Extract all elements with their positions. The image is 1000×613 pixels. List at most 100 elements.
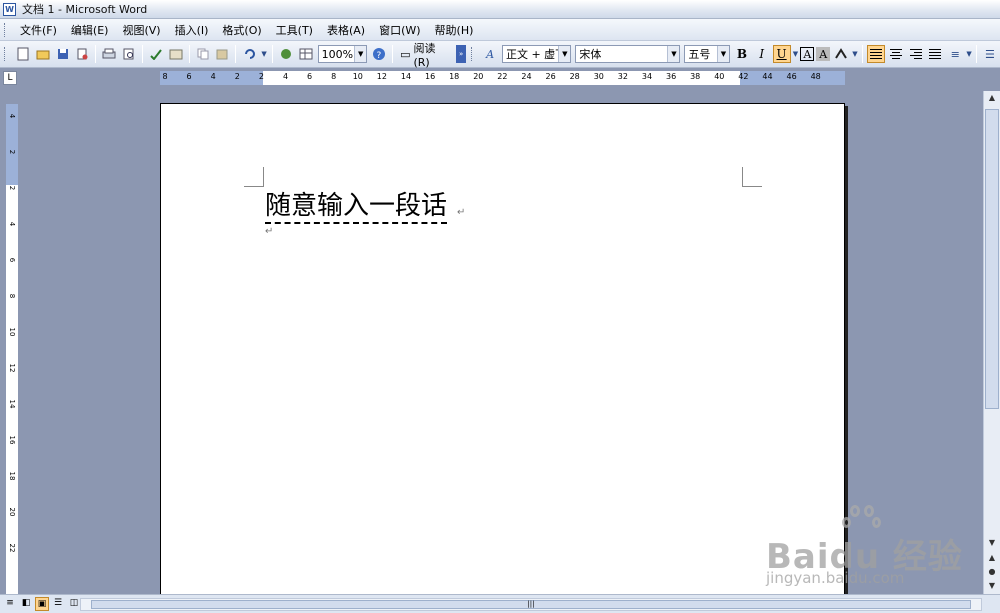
menu-insert[interactable]: 插入(I) [168,20,216,40]
ruler-label: 22 [497,72,508,81]
chevron-down-icon[interactable]: ▼ [717,46,729,62]
menu-window[interactable]: 窗口(W) [372,20,427,40]
italic-button[interactable]: I [753,45,771,63]
title-bar: W 文档 1 - Microsoft Word [0,0,1000,19]
horizontal-scrollbar[interactable]: ||| [80,598,982,611]
chevron-down-icon[interactable]: ▼ [354,46,367,62]
paste-icon[interactable] [213,45,231,63]
undo-dropdown-icon[interactable]: ▼ [260,45,268,63]
reading-layout-view-icon[interactable]: ◫ [67,597,81,611]
ruler-label: 2 [258,72,264,81]
outline-view-icon[interactable]: ☰ [51,597,65,611]
chevron-down-icon[interactable]: ▼ [558,46,571,62]
ruler-label: 6 [8,257,16,263]
menu-view[interactable]: 视图(V) [115,20,167,40]
toolbar-separator [141,45,143,63]
menu-file[interactable]: 文件(F) [13,20,64,40]
scroll-down-icon[interactable]: ▼ [984,536,1000,550]
ruler-label: 42 [738,72,749,81]
spelling-icon[interactable] [147,45,165,63]
underline-dropdown-icon[interactable]: ▼ [793,45,799,63]
scroll-up-icon[interactable]: ▲ [984,91,1000,105]
undo-icon[interactable] [240,45,258,63]
horizontal-ruler[interactable]: 8 6 4 2 2 4 6 8 10 12 14 16 18 20 22 24 26 28 30 32 34 36 38 40… [160,71,845,85]
save-icon[interactable] [54,45,72,63]
ruler-label: 8 [8,293,16,299]
ruler-label: 12 [8,363,16,373]
underline-button[interactable]: U [772,45,791,63]
ruler-label: 14 [400,72,412,81]
toolbar-options-icon[interactable]: » [456,45,467,63]
copy-icon[interactable] [194,45,212,63]
toolbar-separator [976,45,978,63]
select-browse-object-icon[interactable]: ● [984,565,1000,579]
ruler-label: 4 [8,113,16,119]
ruler-label: 14 [8,399,16,409]
paragraph-mark: ↵ [457,207,466,218]
font-size-select[interactable]: 五号 ▼ [684,45,730,63]
permission-icon[interactable] [73,45,91,63]
window-title: 文档 1 - Microsoft Word [22,3,148,16]
print-preview-icon[interactable] [120,45,138,63]
view-bar: ≡ ◧ ▣ ☰ ◫ ||| [0,594,1000,613]
table-icon[interactable] [297,45,315,63]
ruler-label: 2 [8,185,16,191]
menubar-grip[interactable] [4,22,7,37]
previous-page-icon[interactable]: ▲ [984,551,1000,565]
ruler-label: 16 [425,72,436,81]
menu-edit[interactable]: 编辑(E) [64,20,116,40]
ruler-label: 2 [234,72,240,81]
new-document-icon[interactable] [14,45,32,63]
normal-view-icon[interactable]: ≡ [3,597,17,611]
line-spacing-icon[interactable]: ≡ [946,45,964,63]
toolbar-separator [95,45,97,63]
ruler-label: 20 [473,72,484,81]
tab-selector[interactable]: L [3,71,17,85]
menu-tools[interactable]: 工具(T) [269,20,320,40]
style-select[interactable]: 正文 + 虚下 ▼ [501,45,572,63]
word-app-icon[interactable]: W [3,2,16,16]
chevron-down-icon[interactable]: ▼ [667,46,680,62]
format-toolbar-grip[interactable] [471,47,474,61]
highlight-icon[interactable] [832,45,850,63]
ruler-label: 48 [810,72,821,81]
print-icon[interactable] [100,45,118,63]
vertical-ruler[interactable]: 4 2 2 4 6 8 10 12 14 16 18 20 22 [6,104,18,594]
char-border-button[interactable]: A [800,47,815,61]
ruler-label: 6 [186,72,192,81]
research-icon[interactable] [167,45,185,63]
document-text[interactable]: 随意输入一段话 [265,190,448,224]
ruler-label: 20 [8,507,16,517]
ruler-label: 38 [690,72,701,81]
char-shading-button[interactable]: A [816,47,831,61]
highlight-dropdown-icon[interactable]: ▼ [852,45,858,63]
zoom-select[interactable]: 100% ▼ [317,45,368,63]
distributed-align-button[interactable] [926,45,944,63]
toolbar-separator [188,45,190,63]
line-spacing-dropdown-icon[interactable]: ▼ [966,45,972,63]
align-right-button[interactable] [907,45,925,63]
menu-table[interactable]: 表格(A) [320,20,372,40]
align-justify-button[interactable] [866,45,885,63]
ruler-label: 8 [162,72,168,81]
vertical-scrollbar[interactable]: ▲ ▼ ▲ ● ▼ [983,91,1000,594]
print-layout-view-icon[interactable]: ▣ [35,597,49,611]
read-mode-button[interactable]: ▭ 阅读(R) [396,42,455,69]
open-folder-icon[interactable] [34,45,52,63]
hyperlink-icon[interactable] [277,45,295,63]
styles-formatting-icon[interactable]: A [481,45,499,63]
scrollbar-thumb[interactable]: ||| [91,600,971,609]
web-layout-view-icon[interactable]: ◧ [19,597,33,611]
align-center-button[interactable] [887,45,905,63]
toolbar-grip[interactable] [4,47,7,61]
scrollbar-thumb[interactable] [985,109,999,409]
menu-format[interactable]: 格式(O) [215,20,268,40]
help-icon[interactable]: ? [370,45,388,63]
bold-button[interactable]: B [733,45,751,63]
document-page[interactable]: 随意输入一段话 ↵ ↵ [160,103,845,598]
numbering-icon[interactable]: ☰ [981,45,999,63]
font-select[interactable]: 宋体 ▼ [575,45,681,63]
next-page-icon[interactable]: ▼ [984,579,1000,593]
menu-help[interactable]: 帮助(H) [428,20,481,40]
ruler-label: 6 [307,72,313,81]
